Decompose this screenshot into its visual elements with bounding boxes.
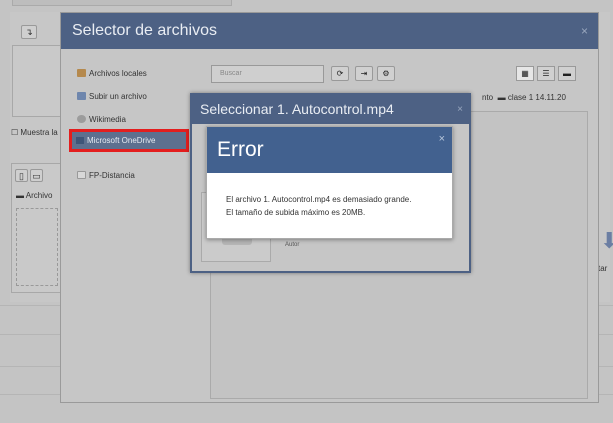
- error-message: El archivo 1. Autocontrol.mp4 es demasia…: [207, 173, 452, 219]
- repository-item-upload[interactable]: Subir un archivo: [77, 89, 147, 105]
- error-message-line: El tamaño de subida máximo es 20MB.: [226, 208, 366, 217]
- folder-icon: ▬: [497, 93, 506, 102]
- background-folder-item[interactable]: ▬ Archivo: [16, 191, 52, 200]
- repository-label: FP-Distancia: [89, 171, 135, 180]
- breadcrumb-folder[interactable]: clase 1 14.11.20: [508, 93, 566, 102]
- local-files-icon: [77, 69, 86, 77]
- error-message-line: El archivo 1. Autocontrol.mp4 es demasia…: [226, 195, 412, 204]
- repository-label: Subir un archivo: [89, 92, 147, 101]
- refresh-icon[interactable]: ⟳: [331, 66, 349, 81]
- error-title: Error: [217, 138, 264, 161]
- background-new-file-icon[interactable]: ▯: [15, 169, 28, 182]
- file-picker-title: Selector de archivos: [72, 22, 217, 39]
- select-file-header: Seleccionar 1. Autocontrol.mp4 ×: [192, 95, 469, 124]
- fp-distancia-icon: [77, 171, 86, 179]
- error-dialog: Error × El archivo 1. Autocontrol.mp4 es…: [206, 126, 453, 239]
- view-list-icon[interactable]: ☰: [537, 66, 555, 81]
- file-picker-close-icon[interactable]: ×: [581, 13, 588, 49]
- view-tree-icon[interactable]: ▬: [558, 66, 576, 81]
- background-show-checkbox[interactable]: ☐ Muestra la: [11, 128, 58, 137]
- search-input[interactable]: Buscar: [211, 65, 324, 83]
- upload-icon: [77, 92, 86, 100]
- select-file-title: Seleccionar 1. Autocontrol.mp4: [200, 101, 394, 117]
- background-editor-area: [12, 45, 62, 117]
- repository-label: Archivos locales: [89, 69, 147, 78]
- repository-item-wikimedia[interactable]: Wikimedia: [77, 112, 126, 128]
- background-folder-label: Archivo: [25, 191, 53, 200]
- settings-icon[interactable]: ⚙: [377, 66, 395, 81]
- breadcrumb-prefix[interactable]: nto: [482, 93, 493, 102]
- error-header: Error ×: [207, 127, 452, 173]
- error-close-icon[interactable]: ×: [439, 116, 445, 162]
- background-new-folder-icon[interactable]: ▭: [30, 169, 43, 182]
- background-show-label: Muestra la: [20, 128, 58, 137]
- logout-icon[interactable]: ⇥: [355, 66, 373, 81]
- wikimedia-icon: [77, 115, 86, 123]
- background-upload-label: tar: [598, 264, 608, 273]
- background-drop-zone[interactable]: [16, 208, 58, 286]
- background-top-field: [12, 0, 232, 6]
- select-file-close-icon[interactable]: ×: [457, 95, 463, 124]
- background-upload-arrow-icon: ⬇: [600, 228, 613, 253]
- repository-item-onedrive[interactable]: Microsoft OneDrive: [69, 129, 189, 152]
- file-picker-header: Selector de archivos ×: [61, 13, 598, 49]
- highlight-box: [69, 129, 189, 152]
- repository-item-local-files[interactable]: Archivos locales: [77, 66, 147, 82]
- background-toolbar-button[interactable]: ↴: [21, 25, 37, 39]
- breadcrumb: nto ▬ clase 1 14.11.20: [482, 93, 566, 102]
- view-icons-icon[interactable]: ▦: [516, 66, 534, 81]
- author-label: Autor: [285, 242, 300, 248]
- repository-label: Wikimedia: [89, 115, 126, 124]
- repository-item-fp-distancia[interactable]: FP-Distancia: [77, 168, 135, 184]
